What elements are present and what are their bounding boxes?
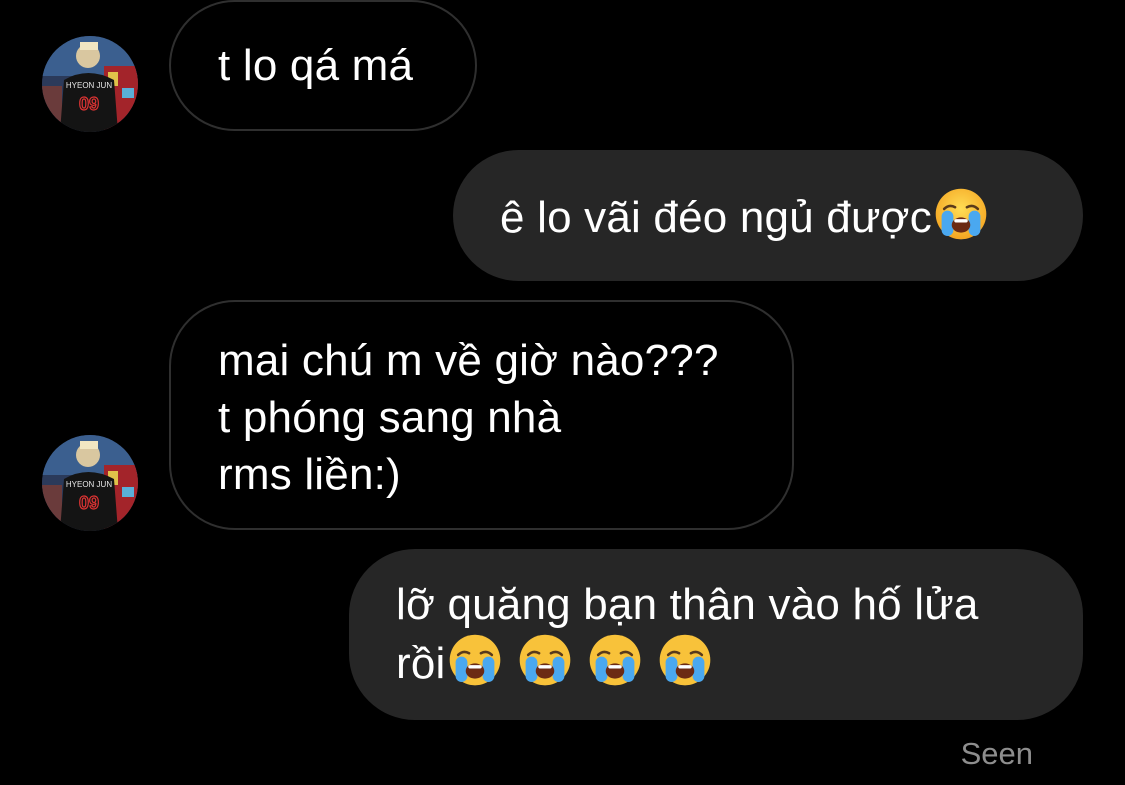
- message-bubble-received[interactable]: mai chú m về giờ nào??? t phóng sang nhà…: [169, 300, 794, 530]
- message-text-line: lỡ quăng bạn thân vào hố lửa: [396, 580, 979, 629]
- message-text-line: ê lo vãi đéo ngủ được: [500, 187, 1083, 246]
- crying-face-emoji-icon: [519, 634, 570, 686]
- svg-text:HYEON JUN: HYEON JUN: [66, 480, 112, 489]
- message-bubble-sent[interactable]: lỡ quăng bạn thân vào hố lửa rồi: [349, 549, 1083, 720]
- svg-text:09: 09: [79, 94, 99, 114]
- message-text: t lo qá má: [218, 41, 414, 90]
- crying-face-emoji-icon: [935, 188, 987, 240]
- message-text: rồi: [396, 639, 446, 688]
- message-text-line: mai chú m về giờ nào???: [218, 336, 719, 385]
- sender-avatar[interactable]: HYEON JUN 09: [42, 36, 138, 132]
- message-text-line: rms liền:): [218, 450, 401, 499]
- message-text-line: rồi: [396, 633, 1083, 692]
- seen-status: Seen: [960, 736, 1033, 771]
- message-bubble-sent[interactable]: ê lo vãi đéo ngủ được: [453, 150, 1083, 281]
- avatar-image: HYEON JUN 09: [42, 435, 138, 531]
- svg-text:09: 09: [79, 493, 99, 513]
- svg-text:HYEON JUN: HYEON JUN: [66, 81, 112, 90]
- message-bubble-received[interactable]: t lo qá má: [169, 0, 477, 131]
- avatar-image: HYEON JUN 09: [42, 36, 138, 132]
- crying-face-emoji-icon: [659, 634, 710, 686]
- crying-face-emoji-icon: [449, 634, 500, 686]
- message-text: ê lo vãi đéo ngủ được: [500, 193, 932, 242]
- message-text-line: t phóng sang nhà: [218, 393, 562, 442]
- sender-avatar[interactable]: HYEON JUN 09: [42, 435, 138, 531]
- crying-face-emoji-icon: [589, 634, 640, 686]
